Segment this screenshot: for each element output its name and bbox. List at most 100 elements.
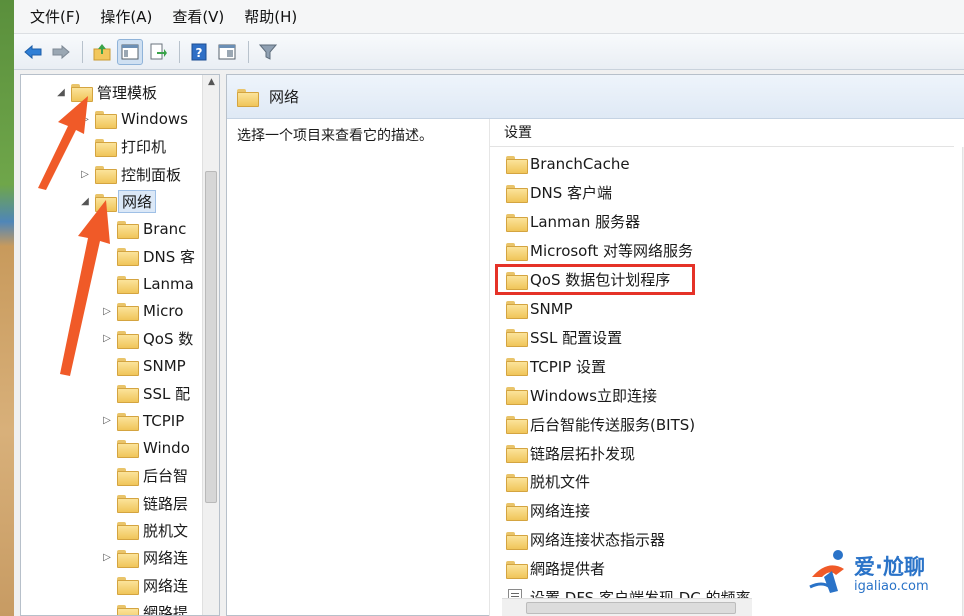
tree-pane[interactable]: ◢ 管理模板 ▷ Windows 打印机 ▷ 控制面板 ◢ 网络 Branc DNS 客 Lanma ▷…	[20, 74, 220, 616]
folder-icon	[117, 221, 139, 239]
tree-item-label: DNS 客	[143, 247, 196, 266]
folder-icon	[95, 166, 117, 185]
details-pane: 网络 选择一个项目来查看它的描述。 设置 BranchCache DNS 客户端 L…	[226, 74, 964, 616]
folder-icon	[506, 213, 528, 232]
tree-item-label: Branc	[143, 220, 187, 238]
setting-item-label: 网络连接状态指示器	[530, 531, 666, 550]
tree-scrollbar[interactable]: ▲	[202, 75, 219, 615]
tree-item[interactable]: ▷ Micro	[101, 298, 183, 324]
collapsed-arrow-icon[interactable]: ▷	[79, 114, 91, 125]
setting-item[interactable]: SSL 配置设置	[506, 324, 622, 350]
setting-item-label: DNS 客户端	[530, 184, 613, 203]
folder-icon	[506, 502, 528, 521]
folder-icon	[117, 358, 139, 376]
setting-item-qos-highlighted[interactable]: QoS 数据包计划程序	[506, 267, 670, 293]
tree-item-label: 网络连	[143, 576, 189, 595]
tree-item-label: 链路层	[143, 494, 189, 513]
properties-view-icon[interactable]	[214, 39, 240, 65]
tree-item-label: Windo	[143, 439, 190, 458]
setting-item[interactable]: Microsoft 对等网络服务	[506, 238, 693, 264]
folder-icon	[506, 271, 528, 290]
tree-item[interactable]: Lanma	[101, 271, 194, 297]
expanded-arrow-icon[interactable]: ◢	[79, 196, 91, 207]
tree-item[interactable]: ▷ 控制面板	[79, 161, 181, 187]
tree-item[interactable]: ▷ 网络连	[101, 545, 188, 571]
menu-action[interactable]: 操作(A)	[90, 0, 162, 34]
tree-item[interactable]: 网络连	[101, 572, 188, 598]
setting-item[interactable]: 链路层拓扑发现	[506, 440, 635, 466]
up-folder-icon[interactable]	[89, 39, 115, 65]
tree-item-label: QoS 数	[143, 330, 194, 349]
tree-item[interactable]: 打印机	[79, 134, 166, 160]
collapsed-arrow-icon[interactable]: ▷	[79, 169, 91, 180]
expanded-arrow-icon[interactable]: ◢	[55, 87, 67, 98]
settings-column-header[interactable]: 设置	[490, 119, 954, 147]
setting-item-label: BranchCache	[530, 155, 630, 173]
folder-icon	[237, 88, 259, 107]
group-policy-editor-window: 文件(F) 操作(A) 查看(V) 帮助(H) ? ◢ 管理模板 ▷ Windo…	[14, 0, 964, 616]
setting-item[interactable]: TCPIP 设置	[506, 353, 606, 379]
tree-item[interactable]: ▷ Windows	[79, 106, 188, 132]
collapsed-arrow-icon[interactable]: ▷	[101, 306, 113, 317]
toolbar-separator	[82, 40, 83, 63]
menu-file[interactable]: 文件(F)	[20, 0, 90, 34]
collapsed-arrow-icon[interactable]: ▷	[101, 415, 113, 426]
tree-item[interactable]: 網路提	[101, 600, 189, 616]
scroll-up-arrow-icon[interactable]: ▲	[203, 77, 219, 87]
tree-item[interactable]: 后台智	[101, 463, 188, 489]
tree-item-label: 網路提	[143, 604, 189, 616]
tree-item-label: 网络连	[143, 549, 189, 568]
folder-icon	[95, 193, 117, 212]
setting-item[interactable]: 網路提供者	[506, 556, 605, 582]
back-arrow-icon[interactable]	[20, 39, 46, 65]
setting-item-label: 脱机文件	[530, 473, 591, 492]
description-text: 选择一个项目来查看它的描述。	[237, 128, 433, 144]
tree-scroll-thumb[interactable]	[205, 171, 217, 503]
folder-icon	[506, 416, 528, 435]
tree-item[interactable]: ▷ QoS 数	[101, 326, 193, 352]
tree-item[interactable]: 链路层	[101, 490, 188, 516]
tree-item[interactable]: SSL 配	[101, 380, 190, 406]
horizontal-scroll-thumb[interactable]	[526, 602, 736, 614]
tree-item[interactable]: ▷ TCPIP	[101, 408, 184, 434]
collapsed-arrow-icon[interactable]: ▷	[101, 552, 113, 563]
tree-item-label: Lanma	[143, 274, 194, 293]
setting-item[interactable]: Lanman 服务器	[506, 209, 640, 235]
menu-help[interactable]: 帮助(H)	[234, 0, 307, 34]
menu-view[interactable]: 查看(V)	[162, 0, 234, 34]
tree-item[interactable]: Branc	[101, 216, 186, 242]
tree-item[interactable]: SNMP	[101, 353, 186, 379]
forward-arrow-icon[interactable]	[48, 39, 74, 65]
folder-icon	[506, 156, 528, 174]
setting-item[interactable]: SNMP	[506, 296, 573, 322]
folder-icon	[506, 184, 528, 203]
collapsed-arrow-icon[interactable]: ▷	[101, 333, 113, 344]
folder-icon	[117, 467, 139, 486]
setting-item[interactable]: BranchCache	[506, 151, 630, 177]
setting-item[interactable]: DNS 客户端	[506, 180, 612, 206]
tree-item[interactable]: DNS 客	[101, 243, 195, 269]
settings-list-panel: 设置 BranchCache DNS 客户端 Lanman 服务器 Microsoft…	[489, 119, 964, 616]
horizontal-scrollbar[interactable]	[502, 598, 752, 616]
show-tree-icon[interactable]	[117, 38, 143, 65]
help-icon[interactable]: ?	[186, 39, 212, 65]
setting-item[interactable]: Windows立即连接	[506, 382, 657, 408]
folder-icon	[71, 84, 93, 102]
tree-item[interactable]: Windo	[101, 435, 190, 461]
tree-item-label: 管理模板	[97, 83, 158, 102]
tree-item[interactable]: 脱机文	[101, 517, 188, 543]
filter-icon[interactable]	[255, 39, 281, 65]
folder-icon	[117, 412, 139, 431]
setting-item[interactable]: 后台智能传送服务(BITS)	[506, 411, 695, 437]
setting-item[interactable]: 网络连接	[506, 498, 590, 524]
folder-icon	[506, 531, 528, 550]
tree-item[interactable]: ◢ 管理模板	[55, 79, 157, 105]
folder-icon	[117, 275, 139, 294]
folder-icon	[117, 577, 139, 596]
setting-item[interactable]: 网络连接状态指示器	[506, 527, 665, 553]
tree-item[interactable]: ◢ 网络	[79, 189, 157, 215]
setting-item-label: QoS 数据包计划程序	[530, 271, 671, 290]
setting-item-label: 网络连接	[530, 502, 591, 521]
export-list-icon[interactable]	[145, 39, 171, 65]
setting-item[interactable]: 脱机文件	[506, 469, 590, 495]
